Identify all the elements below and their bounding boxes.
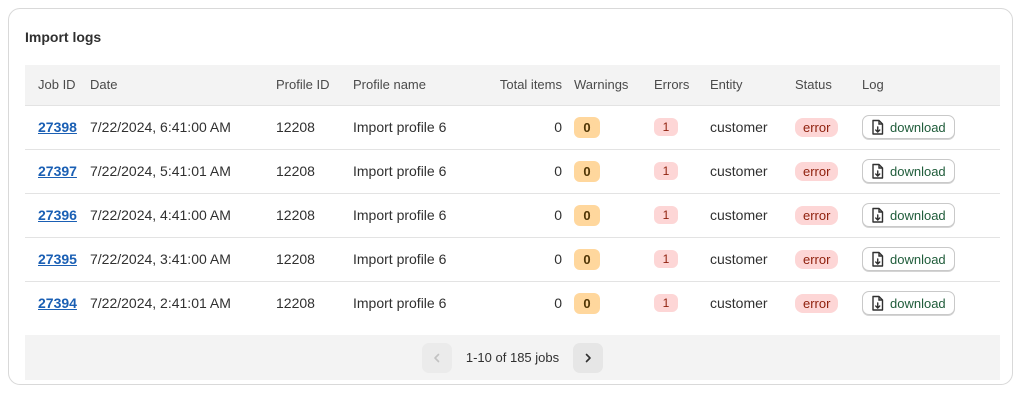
total-items-cell: 0 [554,163,562,179]
table-row: 27395 7/22/2024, 3:41:00 AM 12208 Import… [25,237,1000,281]
errors-badge: 1 [654,162,678,180]
import-logs-table-wrap: Job ID Date Profile ID Profile name Tota… [25,65,1000,380]
entity-cell: customer [710,251,768,267]
download-log-button[interactable]: download [862,203,955,227]
profile-id-cell: 12208 [276,119,315,135]
file-download-icon [872,207,884,223]
header-status: Status [795,77,832,93]
chevron-right-icon [585,353,591,362]
header-warnings: Warnings [574,77,629,93]
download-log-button[interactable]: download [862,159,955,183]
download-log-button[interactable]: download [862,247,955,271]
total-items-cell: 0 [554,119,562,135]
table-header-row: Job ID Date Profile ID Profile name Tota… [25,65,1000,105]
date-cell: 7/22/2024, 3:41:00 AM [90,251,231,267]
profile-id-cell: 12208 [276,163,315,179]
next-page-button[interactable] [573,342,604,373]
table-row: 27396 7/22/2024, 4:41:00 AM 12208 Import… [25,193,1000,237]
job-id-link[interactable]: 27398 [38,119,77,135]
card-title: Import logs [25,29,102,45]
download-label: download [890,251,946,267]
profile-name-cell: Import profile 6 [353,207,447,223]
job-id-link[interactable]: 27396 [38,207,77,223]
table-row: 27397 7/22/2024, 5:41:01 AM 12208 Import… [25,149,1000,193]
previous-page-button[interactable] [421,342,452,373]
entity-cell: customer [710,207,768,223]
pagination-bar: 1-10 of 185 jobs [25,335,1000,380]
header-total-items: Total items [499,77,562,93]
job-id-link[interactable]: 27395 [38,251,77,267]
status-badge: error [795,161,839,181]
import-logs-table: Job ID Date Profile ID Profile name Tota… [25,65,1000,325]
profile-id-cell: 12208 [276,295,315,312]
file-download-icon [872,163,884,179]
profile-id-cell: 12208 [276,251,315,267]
profile-id-cell: 12208 [276,207,315,223]
total-items-cell: 0 [554,295,562,312]
table-row: 27398 7/22/2024, 6:41:00 AM 12208 Import… [25,105,1000,149]
download-label: download [890,163,946,179]
file-download-icon [872,119,884,135]
header-errors: Errors [654,77,690,93]
header-date: Date [90,77,118,93]
total-items-cell: 0 [554,207,562,223]
pagination-label: 1-10 of 185 jobs [465,350,560,365]
profile-name-cell: Import profile 6 [353,251,447,267]
file-download-icon [872,251,884,267]
entity-cell: customer [710,163,768,179]
job-id-link[interactable]: 27394 [38,295,77,311]
job-id-link[interactable]: 27397 [38,163,77,179]
errors-badge: 1 [654,118,678,136]
status-badge: error [795,205,839,225]
header-entity: Entity [710,77,743,93]
date-cell: 7/22/2024, 6:41:00 AM [90,119,231,135]
download-log-button[interactable]: download [862,291,955,316]
download-log-button[interactable]: download [862,115,955,139]
total-items-cell: 0 [554,251,562,267]
errors-badge: 1 [654,206,678,224]
entity-cell: customer [710,119,768,135]
warnings-badge: 0 [574,248,600,270]
download-label: download [890,207,946,223]
status-badge: error [795,117,839,137]
chevron-left-icon [434,353,440,362]
profile-name-cell: Import profile 6 [353,295,447,312]
header-log: Log [862,77,884,93]
header-profile-id: Profile ID [276,77,330,93]
download-label: download [890,295,946,311]
errors-badge: 1 [654,294,678,313]
profile-name-cell: Import profile 6 [353,163,447,179]
file-download-icon [872,295,884,311]
warnings-badge: 0 [574,292,600,314]
header-job-id: Job ID [38,77,76,93]
entity-cell: customer [710,295,768,312]
import-logs-card: Import logs Job ID Date Profile ID Profi… [8,8,1013,385]
errors-badge: 1 [654,250,678,268]
status-badge: error [795,249,839,269]
date-cell: 7/22/2024, 2:41:01 AM [90,295,231,312]
warnings-badge: 0 [574,204,600,226]
warnings-badge: 0 [574,116,600,138]
date-cell: 7/22/2024, 4:41:00 AM [90,207,231,223]
download-label: download [890,119,946,135]
date-cell: 7/22/2024, 5:41:01 AM [90,163,231,179]
header-profile-name: Profile name [353,77,426,93]
warnings-badge: 0 [574,160,600,182]
status-badge: error [795,293,839,313]
profile-name-cell: Import profile 6 [353,119,447,135]
table-row: 27394 7/22/2024, 2:41:01 AM 12208 Import… [25,281,1000,325]
